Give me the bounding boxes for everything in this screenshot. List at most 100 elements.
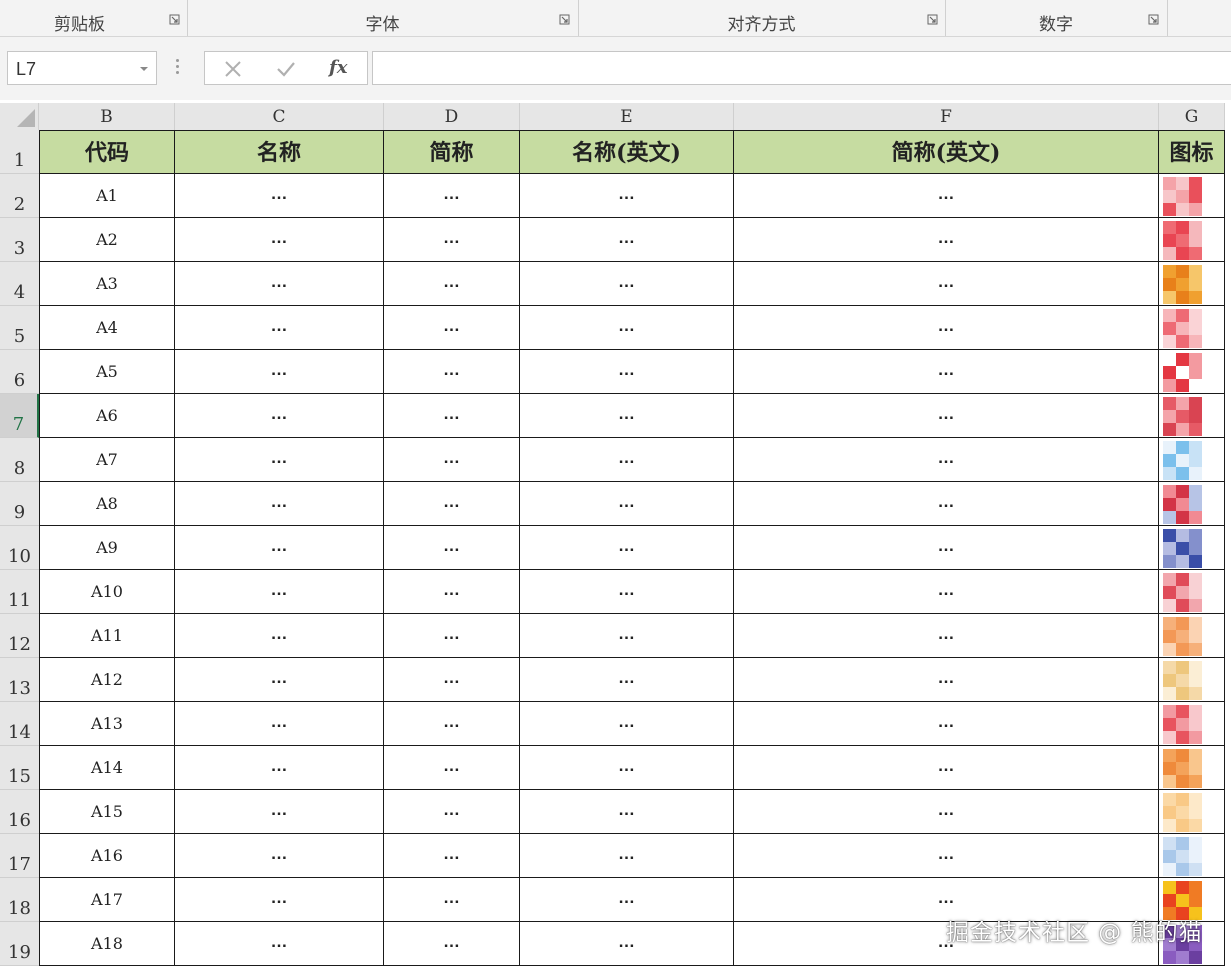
cell-name-en[interactable]: … [520, 218, 734, 262]
row-header-1[interactable]: 1 [0, 130, 39, 174]
cell-short[interactable]: … [384, 702, 520, 746]
row-header-6[interactable]: 6 [0, 350, 39, 394]
cell-short-en[interactable]: … [734, 262, 1159, 306]
cell-name-en[interactable]: … [520, 658, 734, 702]
dialog-launcher-icon[interactable] [559, 14, 570, 25]
cell-name[interactable]: … [175, 174, 384, 218]
column-header-c[interactable]: C [175, 103, 384, 130]
cell-short-en[interactable]: … [734, 306, 1159, 350]
cell-name-en[interactable]: … [520, 174, 734, 218]
cell-short-en[interactable]: … [734, 438, 1159, 482]
cell-code[interactable]: A6 [39, 394, 175, 438]
cell-code[interactable]: A10 [39, 570, 175, 614]
cell-name-en[interactable]: … [520, 790, 734, 834]
cell-short[interactable]: … [384, 174, 520, 218]
cell-short[interactable]: … [384, 394, 520, 438]
dialog-launcher-icon[interactable] [927, 14, 938, 25]
cell-short-en[interactable]: … [734, 614, 1159, 658]
cell-code[interactable]: A15 [39, 790, 175, 834]
cell-icon[interactable] [1159, 174, 1225, 218]
cell-name-en[interactable]: … [520, 834, 734, 878]
cell-short[interactable]: … [384, 746, 520, 790]
cell-icon[interactable] [1159, 790, 1225, 834]
cell-icon[interactable] [1159, 306, 1225, 350]
row-header-15[interactable]: 15 [0, 746, 39, 790]
cell-short[interactable]: … [384, 218, 520, 262]
cell-name[interactable]: … [175, 306, 384, 350]
row-header-18[interactable]: 18 [0, 878, 39, 922]
cell-name[interactable]: … [175, 570, 384, 614]
cell-icon[interactable] [1159, 746, 1225, 790]
cell-name[interactable]: … [175, 878, 384, 922]
cell-name-en[interactable]: … [520, 614, 734, 658]
cell-icon[interactable] [1159, 350, 1225, 394]
row-header-12[interactable]: 12 [0, 614, 39, 658]
cell-short[interactable]: … [384, 570, 520, 614]
cell-name[interactable]: … [175, 834, 384, 878]
cell-code[interactable]: A8 [39, 482, 175, 526]
cell-icon[interactable] [1159, 570, 1225, 614]
cell-name[interactable]: … [175, 394, 384, 438]
cell-short[interactable]: … [384, 658, 520, 702]
row-header-7[interactable]: 7 [0, 394, 39, 438]
cell-code[interactable]: A11 [39, 614, 175, 658]
header-short-cell[interactable]: 简称 [384, 130, 520, 174]
cell-icon[interactable] [1159, 438, 1225, 482]
cell-short-en[interactable]: … [734, 658, 1159, 702]
cell-short-en[interactable]: … [734, 526, 1159, 570]
row-header-4[interactable]: 4 [0, 262, 39, 306]
header-short-en-cell[interactable]: 简称(英文) [734, 130, 1159, 174]
cell-icon[interactable] [1159, 262, 1225, 306]
column-header-d[interactable]: D [384, 103, 520, 130]
row-header-2[interactable]: 2 [0, 174, 39, 218]
cell-code[interactable]: A4 [39, 306, 175, 350]
cell-name-en[interactable]: … [520, 878, 734, 922]
enter-check-icon[interactable] [273, 56, 299, 82]
column-header-g[interactable]: G [1159, 103, 1225, 130]
cell-short-en[interactable]: … [734, 702, 1159, 746]
cell-name-en[interactable]: … [520, 570, 734, 614]
cell-icon[interactable] [1159, 702, 1225, 746]
cell-short-en[interactable]: … [734, 218, 1159, 262]
cell-name[interactable]: … [175, 790, 384, 834]
cell-code[interactable]: A5 [39, 350, 175, 394]
row-header-19[interactable]: 19 [0, 922, 39, 966]
cell-short-en[interactable]: … [734, 482, 1159, 526]
cell-code[interactable]: A2 [39, 218, 175, 262]
cell-name[interactable]: … [175, 350, 384, 394]
header-name-en-cell[interactable]: 名称(英文) [520, 130, 734, 174]
cell-name-en[interactable]: … [520, 922, 734, 966]
cell-code[interactable]: A18 [39, 922, 175, 966]
row-header-5[interactable]: 5 [0, 306, 39, 350]
dialog-launcher-icon[interactable] [169, 14, 180, 25]
cell-name-en[interactable]: … [520, 746, 734, 790]
cell-icon[interactable] [1159, 614, 1225, 658]
cell-code[interactable]: A13 [39, 702, 175, 746]
cell-short[interactable]: … [384, 922, 520, 966]
row-header-8[interactable]: 8 [0, 438, 39, 482]
cell-icon[interactable] [1159, 834, 1225, 878]
cell-short[interactable]: … [384, 834, 520, 878]
cell-icon[interactable] [1159, 482, 1225, 526]
column-header-e[interactable]: E [520, 103, 734, 130]
cell-name[interactable]: … [175, 526, 384, 570]
cell-icon[interactable] [1159, 394, 1225, 438]
insert-function-icon[interactable]: fx [329, 57, 347, 78]
select-all-corner[interactable] [0, 103, 39, 130]
cell-short[interactable]: … [384, 438, 520, 482]
cell-name-en[interactable]: … [520, 438, 734, 482]
row-header-16[interactable]: 16 [0, 790, 39, 834]
cell-code[interactable]: A14 [39, 746, 175, 790]
cell-name[interactable]: … [175, 702, 384, 746]
row-header-14[interactable]: 14 [0, 702, 39, 746]
cell-code[interactable]: A3 [39, 262, 175, 306]
cell-code[interactable]: A12 [39, 658, 175, 702]
cell-icon[interactable] [1159, 658, 1225, 702]
cell-icon[interactable] [1159, 218, 1225, 262]
cell-name[interactable]: … [175, 922, 384, 966]
cell-short[interactable]: … [384, 350, 520, 394]
cell-icon[interactable] [1159, 526, 1225, 570]
cell-name-en[interactable]: … [520, 482, 734, 526]
column-header-b[interactable]: B [39, 103, 175, 130]
cell-short[interactable]: … [384, 526, 520, 570]
